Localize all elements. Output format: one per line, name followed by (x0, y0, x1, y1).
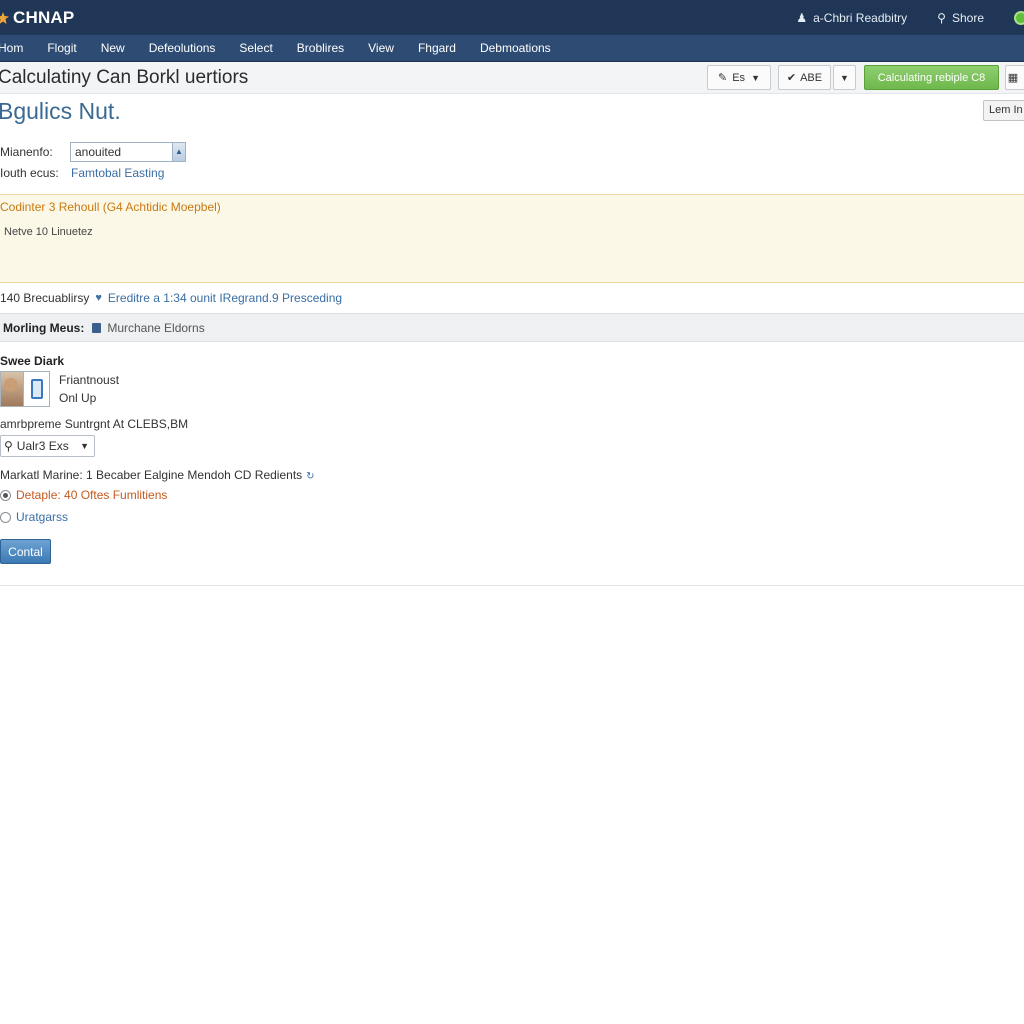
app-logo[interactable]: CHNAP (0, 8, 74, 28)
user-name: Swee Diark (0, 354, 65, 368)
top-header: CHNAP ♟ a-Chbri Readbitry ⚲ Shore (0, 0, 1024, 35)
language-dropdown[interactable]: ✎ Es ▼ (707, 65, 771, 90)
more-options-button[interactable]: ▼ (833, 65, 856, 90)
section-header: Morling Meus: Murchane Eldorns (0, 313, 1024, 342)
main-nav: Hom Flogit New Defeolutions Select Brobl… (0, 35, 1024, 62)
field1-value: anouited (75, 145, 122, 159)
page-title: Calculatiny Can Borkl uertiors (0, 67, 249, 88)
spellcheck-label: ABE (800, 71, 823, 84)
radio-option-1[interactable]: Detaple: 40 Oftes Fumlitiens (0, 488, 167, 502)
section-subtitle[interactable]: Murchane Eldorns (107, 321, 204, 335)
user-card[interactable] (0, 371, 50, 407)
refresh-icon[interactable]: ↻ (306, 471, 314, 482)
radio-button-checked[interactable] (0, 489, 11, 501)
radio-label-2: Uratgarss (16, 510, 69, 524)
page-title-bar: Calculatiny Can Borkl uertiors ✎ Es ▼ ✔ … (0, 62, 1024, 94)
field2-label: Iouth ecus: (0, 166, 59, 180)
check-icon: ✔ (786, 72, 797, 84)
nav-item-view[interactable]: View (356, 41, 406, 55)
spinner-arrows-icon[interactable]: ▲ (172, 143, 185, 161)
search-dropdown[interactable]: ⚲ Ualr3 Exs ▼ (0, 435, 95, 457)
grid-icon: ▦ (1007, 72, 1019, 84)
field1-label: Mianenfo: (0, 145, 53, 159)
user-detail-2: Onl Up (59, 391, 97, 405)
online-status-icon (1014, 10, 1024, 25)
nav-item-regard[interactable]: Fhgard (406, 41, 468, 55)
user-account-link[interactable]: ♟ a-Chbri Readbitry (796, 11, 907, 25)
radio-label-1: Detaple: 40 Oftes Fumlitiens (16, 488, 168, 502)
divider (0, 585, 1024, 586)
calculate-button[interactable]: Calculating rebiple C8 (864, 65, 999, 90)
notice-body: Netve 10 Linuetez (4, 226, 93, 238)
user-detail-1: Friantnoust (59, 373, 120, 387)
nav-item-flight[interactable]: Flogit (35, 41, 88, 55)
chevron-down-icon: ▼ (80, 441, 89, 451)
search-dropdown-value: Ualr3 Exs (16, 439, 69, 453)
search-icon: ⚲ (4, 439, 13, 453)
info-row: 140 Brecuablirsy ♥ Ereditre a 1:34 ounit… (0, 291, 342, 305)
support-caption: amrbpreme Suntrgnt At CLEBS,BM (0, 417, 189, 431)
market-text: Markatl Marine: 1 Becaber Ealgine Mendoh… (0, 468, 303, 482)
nav-item-new[interactable]: New (89, 41, 137, 55)
logo-sun-icon (0, 11, 9, 24)
nav-item-select[interactable]: Select (227, 41, 284, 55)
grid-view-button[interactable]: ▦ (1005, 65, 1024, 90)
user-icon: ♟ (796, 10, 808, 25)
field2-link[interactable]: Famtobal Easting (71, 166, 164, 180)
info-left: 140 Brecuablirsy (0, 291, 90, 305)
language-label: Es (732, 71, 746, 84)
market-line: Markatl Marine: 1 Becaber Ealgine Mendoh… (0, 468, 315, 482)
radio-button[interactable] (0, 511, 11, 523)
translate-icon: ✎ (718, 72, 728, 84)
heart-icon[interactable]: ♥ (95, 292, 102, 304)
header-actions: ♟ a-Chbri Readbitry ⚲ Shore (796, 0, 1024, 35)
section-title: Morling Meus: (3, 320, 85, 335)
nav-item-problems[interactable]: Broblires (285, 41, 356, 55)
avatar (1, 372, 24, 406)
info-right[interactable]: Ereditre a 1:34 ounit IRegrand.9 Presced… (108, 291, 342, 305)
logo-text: CHNAP (13, 7, 75, 27)
share-label: Shore (951, 10, 984, 25)
chevron-down-icon: ▼ (751, 72, 760, 83)
section-heading: Bgulics Nut. (0, 98, 121, 124)
phone-icon (24, 372, 49, 406)
document-icon (92, 322, 102, 333)
login-button[interactable]: Lem In (983, 100, 1024, 121)
field1-select[interactable]: anouited ▲ (70, 142, 186, 162)
spellcheck-button[interactable]: ✔ ABE (778, 65, 831, 90)
nav-item-home[interactable]: Hom (0, 41, 35, 55)
share-link[interactable]: ⚲ Shore (937, 11, 984, 25)
continue-button[interactable]: Contal (0, 539, 51, 564)
notice-panel: Codinter 3 Rehoull (G4 Achtidic Moepbel)… (0, 194, 1024, 283)
user-account-label: a-Chbri Readbitry (813, 10, 908, 25)
radio-option-2[interactable]: Uratgarss (0, 510, 68, 524)
nav-item-destinations[interactable]: Debmoations (468, 41, 563, 55)
key-icon: ⚲ (937, 10, 946, 25)
notice-title: Codinter 3 Rehoull (G4 Achtidic Moepbel) (0, 200, 221, 214)
nav-item-resolutions[interactable]: Defeolutions (137, 41, 228, 55)
chevron-down-icon: ▼ (840, 72, 849, 83)
